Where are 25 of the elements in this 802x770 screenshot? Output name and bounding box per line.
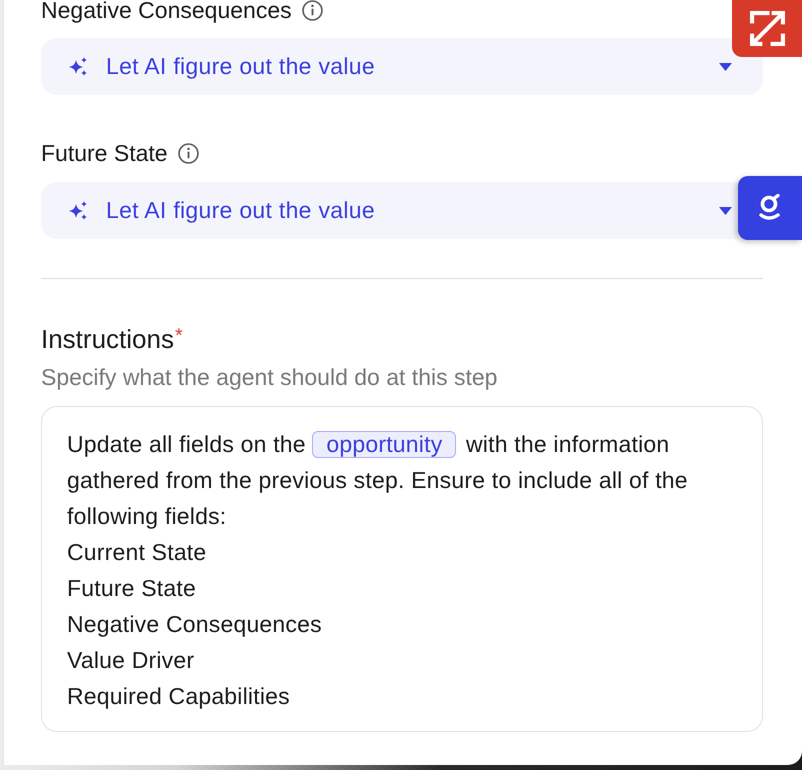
- caret-icon: [719, 206, 732, 214]
- instruction-text: Value Driver: [67, 646, 196, 675]
- sparkle-icon: [68, 200, 88, 221]
- instructions-field[interactable]: [41, 406, 763, 732]
- caret-icon: [719, 62, 732, 70]
- instruction-text: Required Capabilities: [67, 682, 291, 711]
- section-title: Instructions: [41, 325, 174, 354]
- expand-button[interactable]: [732, 0, 802, 57]
- instruction-text: Current State: [67, 538, 208, 567]
- info-icon: [178, 142, 199, 164]
- dropdown[interactable]: Let AI figure out the value: [41, 38, 763, 95]
- assistant-button[interactable]: [738, 176, 802, 240]
- info-icon: [302, 0, 323, 20]
- diagonal-arrow-icon: [750, 11, 784, 46]
- logo-icon: [758, 194, 782, 222]
- required-asterisk: *: [174, 325, 183, 347]
- field-label: Future State: [41, 142, 168, 164]
- section-description: Specify what the agent should do at this step: [41, 365, 498, 390]
- mention-chip: opportunity: [312, 431, 456, 458]
- sparkle-icon: [68, 56, 88, 77]
- instruction-text: Update all fields on the opportunity with the information gathered from the previous step. Ensure to include all of the following fields:: [67, 430, 689, 531]
- instruction-text: Negative Consequences: [67, 610, 323, 639]
- field-label: Negative Consequences: [41, 0, 292, 21]
- instruction-text: Future State: [67, 574, 197, 603]
- dropdown[interactable]: Let AI figure out the value: [41, 182, 738, 239]
